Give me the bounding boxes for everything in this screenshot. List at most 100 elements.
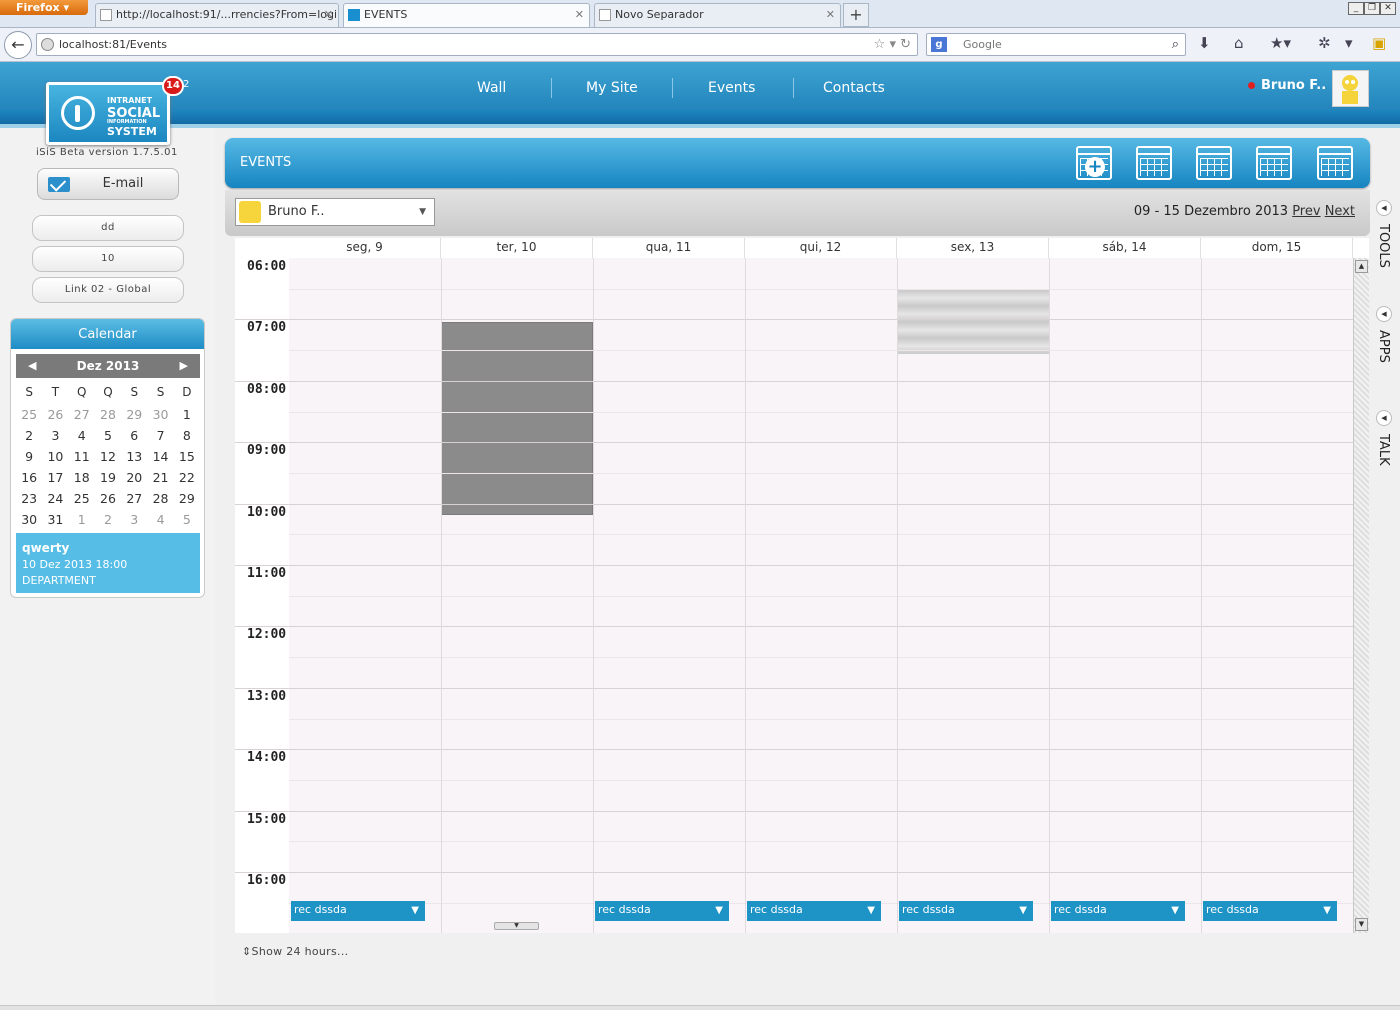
calendar-day[interactable]: 3 (42, 425, 68, 446)
event-block-friday[interactable] (897, 290, 1049, 354)
nav-my-site[interactable]: My Site (586, 80, 638, 96)
show-24-hours-link[interactable]: ⇕Show 24 hours... (242, 945, 348, 958)
recurring-event-bar[interactable]: rec dssda ▼ (1203, 901, 1337, 921)
add-event-icon[interactable]: + (1076, 146, 1112, 180)
calendar-day[interactable]: 26 (42, 404, 68, 425)
link-button-global[interactable]: Link 02 - Global (32, 277, 184, 303)
calendar-day[interactable]: 21 (147, 467, 173, 488)
side-tab-tools[interactable]: ◀ TOOLS (1372, 200, 1394, 268)
calendar-day[interactable]: 29 (121, 404, 147, 425)
notification-badge[interactable]: 14 (162, 76, 184, 96)
calendar-day[interactable]: 17 (42, 467, 68, 488)
chevron-down-icon[interactable]: ▼ (715, 902, 723, 920)
recurring-event-bar[interactable]: rec dssda ▼ (899, 901, 1033, 921)
calendar-day[interactable]: 7 (147, 425, 173, 446)
calendar-day[interactable]: 25 (69, 488, 95, 509)
calendar-day[interactable]: 29 (174, 488, 200, 509)
chevron-down-icon[interactable]: ▼ (1171, 902, 1179, 920)
extension-icon[interactable]: ▣ (1372, 34, 1386, 52)
menu-chevron-icon[interactable]: ▾ (1345, 34, 1353, 52)
time-slots[interactable] (289, 258, 1353, 933)
bookmark-star-icon[interactable]: ☆ ▾ ↻ (874, 34, 911, 55)
restore-icon[interactable]: ❐ (1364, 2, 1380, 15)
addon-icon[interactable]: ✲ (1318, 34, 1331, 52)
nav-wall[interactable]: Wall (477, 80, 506, 96)
link-button-dd[interactable]: dd (32, 215, 184, 241)
user-avatar[interactable] (1332, 70, 1369, 107)
calendar-day-view-icon[interactable] (1196, 146, 1232, 180)
prev-month-icon[interactable]: ◀ (28, 354, 36, 378)
firefox-menu-button[interactable]: Firefox ▾ (0, 0, 88, 15)
calendar-day[interactable]: 18 (69, 467, 95, 488)
calendar-day[interactable]: 24 (42, 488, 68, 509)
calendar-day[interactable]: 26 (95, 488, 121, 509)
home-icon[interactable]: ⌂ (1234, 34, 1244, 52)
scroll-down-icon[interactable]: ▼ (1355, 918, 1368, 931)
calendar-day[interactable]: 12 (95, 446, 121, 467)
browser-tab-2[interactable]: EVENTS ✕ (343, 3, 590, 27)
new-tab-button[interactable]: + (843, 3, 869, 27)
calendar-day[interactable]: 8 (174, 425, 200, 446)
calendar-day[interactable]: 6 (121, 425, 147, 446)
close-tab-icon[interactable]: ✕ (575, 4, 584, 26)
calendar-day[interactable]: 30 (16, 509, 42, 530)
scroll-up-icon[interactable]: ▲ (1355, 260, 1368, 273)
calendar-day[interactable]: 27 (121, 488, 147, 509)
recurring-event-bar[interactable]: rec dssda ▼ (595, 901, 729, 921)
calendar-day[interactable]: 3 (121, 509, 147, 530)
calendar-day[interactable]: 13 (121, 446, 147, 467)
close-tab-icon[interactable]: ✕ (324, 4, 333, 26)
back-button[interactable]: ← (4, 31, 32, 59)
calendar-day[interactable]: 9 (16, 446, 42, 467)
close-window-icon[interactable]: ✕ (1380, 2, 1396, 15)
next-week-link[interactable]: Next (1325, 204, 1355, 219)
search-input[interactable]: g Google ⌕ (926, 33, 1186, 56)
calendar-day[interactable]: 4 (147, 509, 173, 530)
calendar-day[interactable]: 14 (147, 446, 173, 467)
next-month-icon[interactable]: ▶ (180, 354, 188, 378)
recurring-event-bar[interactable]: rec dssda ▼ (291, 901, 425, 921)
calendar-week-view-icon[interactable] (1256, 146, 1292, 180)
calendar-day[interactable]: 16 (16, 467, 42, 488)
calendar-day[interactable]: 28 (95, 404, 121, 425)
upcoming-event-card[interactable]: qwerty 10 Dez 2013 18:00 DEPARTMENT (16, 533, 200, 593)
calendar-day[interactable]: 23 (16, 488, 42, 509)
calendar-day[interactable]: 30 (147, 404, 173, 425)
browser-tab-1[interactable]: http://localhost:91/...rrencies?From=log… (95, 3, 339, 27)
calendar-month-view-icon[interactable] (1317, 146, 1353, 180)
recurring-event-bar[interactable]: rec dssda ▼ (1051, 901, 1185, 921)
link-button-10[interactable]: 10 (32, 246, 184, 272)
calendar-day[interactable]: 27 (69, 404, 95, 425)
minimize-icon[interactable]: _ (1348, 2, 1364, 15)
chevron-down-icon[interactable]: ▼ (867, 902, 875, 920)
search-icon[interactable]: ⌕ (1172, 34, 1179, 55)
calendar-scrollbar[interactable]: ▲ ▼ (1353, 258, 1369, 933)
calendar-goto-icon[interactable] (1136, 146, 1172, 180)
nav-contacts[interactable]: Contacts (823, 80, 885, 96)
calendar-day[interactable]: 28 (147, 488, 173, 509)
calendar-day[interactable]: 2 (95, 509, 121, 530)
nav-events[interactable]: Events (708, 80, 755, 96)
recurring-event-bar[interactable]: rec dssda ▼ (747, 901, 881, 921)
browser-tab-3[interactable]: Novo Separador ✕ (594, 3, 841, 27)
calendar-day[interactable]: 25 (16, 404, 42, 425)
isis-logo[interactable]: INTRANET SOCIAL INFORMATION SYSTEM (46, 82, 170, 145)
calendar-day[interactable]: 1 (174, 404, 200, 425)
calendar-day[interactable]: 5 (95, 425, 121, 446)
calendar-day[interactable]: 15 (174, 446, 200, 467)
expand-day-handle[interactable]: ▼ (494, 922, 539, 930)
chevron-down-icon[interactable]: ▼ (411, 902, 419, 920)
user-status[interactable]: Bruno F.. (1248, 78, 1326, 93)
calendar-day[interactable]: 20 (121, 467, 147, 488)
prev-week-link[interactable]: Prev (1292, 204, 1320, 219)
calendar-day[interactable]: 11 (69, 446, 95, 467)
calendar-day[interactable]: 2 (16, 425, 42, 446)
email-button[interactable]: E-mail (37, 168, 179, 200)
calendar-day[interactable]: 10 (42, 446, 68, 467)
calendar-day[interactable]: 22 (174, 467, 200, 488)
bookmarks-icon[interactable]: ★▾ (1270, 34, 1291, 52)
user-select[interactable]: Bruno F.. ▼ (235, 198, 435, 226)
calendar-day[interactable]: 31 (42, 509, 68, 530)
calendar-day[interactable]: 1 (69, 509, 95, 530)
close-tab-icon[interactable]: ✕ (826, 4, 835, 26)
